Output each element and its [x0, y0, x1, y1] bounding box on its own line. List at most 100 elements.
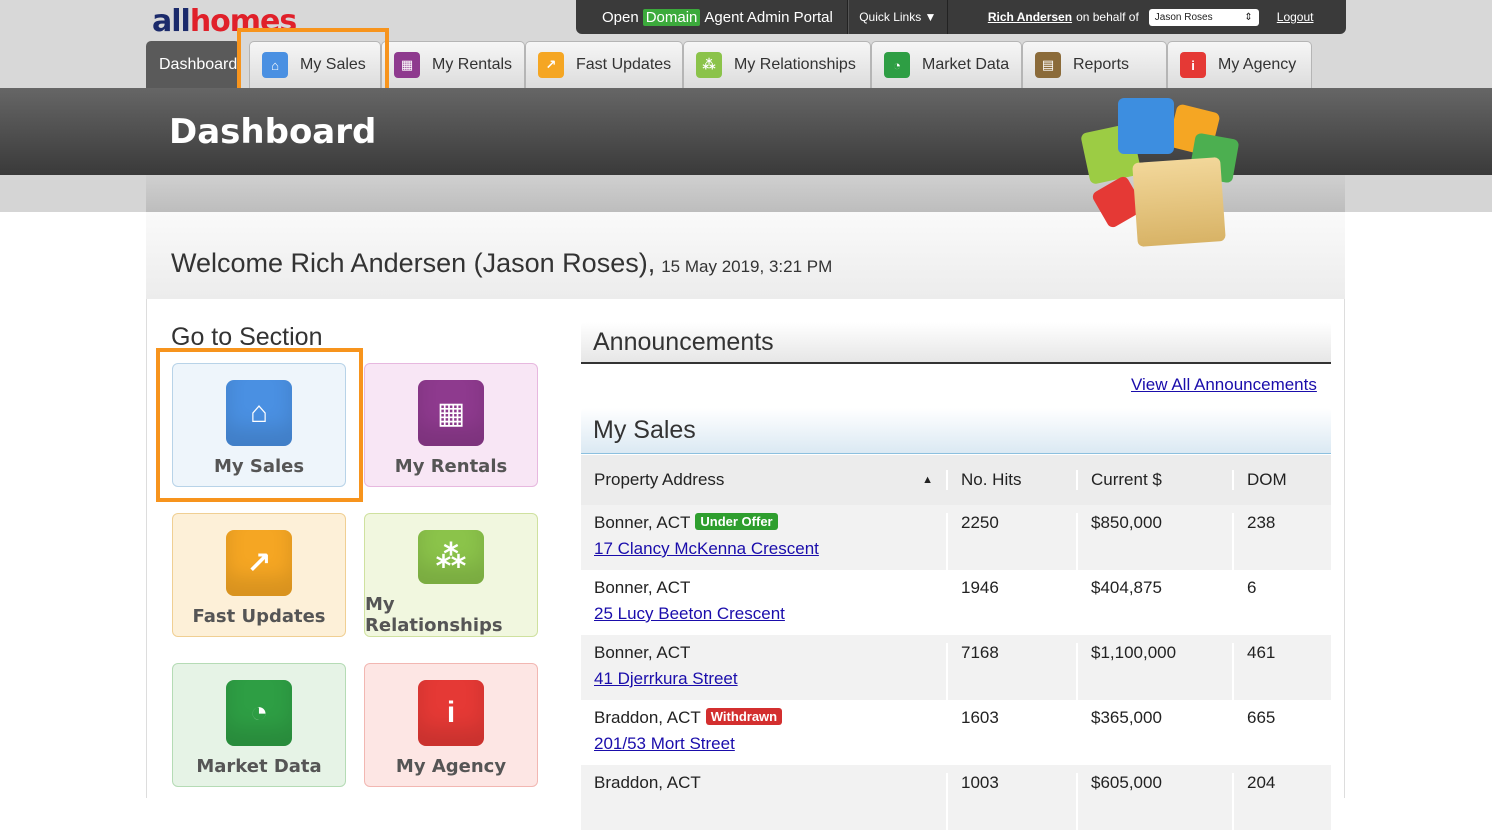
status-badge: Under Offer	[695, 513, 778, 530]
behalf-select-value: Jason Roses	[1154, 11, 1213, 23]
address-cell: Braddon, ACT Withdrawn 201/53 Mort Street	[581, 708, 948, 765]
portal-open-label: Open	[602, 8, 639, 26]
hits-cell: 7168	[948, 643, 1078, 700]
section-label: Market Data	[196, 756, 322, 777]
welcome-text: Welcome Rich Andersen (Jason Roses),	[171, 248, 656, 278]
user-name-link[interactable]: Rich Andersen	[988, 10, 1072, 24]
quick-links-menu[interactable]: Quick Links ▼	[847, 0, 948, 34]
tab-label: My Rentals	[432, 56, 513, 73]
price-cell: $404,875	[1078, 578, 1234, 635]
hits-cell: 2250	[948, 513, 1078, 570]
col-no-hits[interactable]: No. Hits	[948, 470, 1078, 490]
on-behalf-label: on behalf of	[1076, 10, 1139, 24]
pie-chart-icon: ◔	[226, 680, 292, 746]
top-bar: Open Domain Agent Admin Portal Quick Lin…	[576, 0, 1346, 34]
property-address-link[interactable]: 41 Djerrkura Street	[594, 669, 933, 689]
suburb: Bonner, ACT	[594, 513, 691, 532]
building-icon: ▦	[418, 380, 484, 446]
property-address-link[interactable]: 201/53 Mort Street	[594, 734, 933, 754]
section-my-agency[interactable]: i My Agency	[364, 663, 538, 787]
welcome-message: Welcome Rich Andersen (Jason Roses), 15 M…	[171, 248, 832, 279]
dom-cell: 6	[1247, 578, 1257, 597]
property-address-link[interactable]: 25 Lucy Beeton Crescent	[594, 604, 933, 624]
my-sales-table: Property Address ▲ No. Hits Current $ DO…	[581, 455, 1331, 830]
table-row: Braddon, ACT Withdrawn 201/53 Mort Street…	[581, 700, 1331, 765]
logout-link[interactable]: Logout	[1277, 10, 1314, 24]
tab-dashboard[interactable]: Dashboard	[146, 41, 240, 88]
table-header: Property Address ▲ No. Hits Current $ DO…	[581, 455, 1331, 505]
price-cell: $1,100,000	[1078, 643, 1234, 700]
folder-house-icon	[1118, 98, 1174, 154]
section-label: My Agency	[395, 756, 507, 777]
building-icon: ▦	[394, 52, 420, 78]
people-icon: ⁂	[418, 530, 484, 584]
property-address-link[interactable]: 17 Clancy McKenna Crescent	[594, 539, 933, 559]
domain-label: Domain	[642, 8, 701, 26]
address-cell: Braddon, ACT	[581, 773, 948, 830]
column-label: Property Address	[594, 470, 725, 489]
tab-reports[interactable]: ▤ Reports	[1022, 41, 1167, 88]
dom-cell: 461	[1247, 643, 1276, 662]
tab-my-relationships[interactable]: ⁂ My Relationships	[683, 41, 871, 88]
tab-label: My Agency	[1218, 56, 1297, 73]
sort-asc-icon: ▲	[922, 474, 933, 486]
suburb: Bonner, ACT	[594, 643, 691, 662]
dom-cell: 238	[1247, 513, 1276, 532]
dom-cell: 665	[1247, 708, 1276, 727]
section-label: My Relationships	[365, 594, 503, 636]
portal-rest-label: Agent Admin Portal	[704, 8, 833, 26]
section-label: Fast Updates	[192, 606, 326, 627]
table-row: Bonner, ACT 25 Lucy Beeton Crescent 1946…	[581, 570, 1331, 635]
table-row: Bonner, ACT 41 Djerrkura Street 7168 $1,…	[581, 635, 1331, 700]
page-title: Dashboard	[169, 112, 377, 152]
person-icon: i	[418, 680, 484, 746]
behalf-select[interactable]: Jason Roses ⇕	[1148, 8, 1259, 26]
section-my-relationships[interactable]: ⁂ My Relationships	[364, 513, 538, 637]
tab-my-agency[interactable]: i My Agency	[1167, 41, 1312, 88]
pie-chart-icon: ◔	[884, 52, 910, 78]
arrow-up-right-icon: ↗	[538, 52, 564, 78]
portal-link[interactable]: Open Domain Agent Admin Portal	[576, 0, 848, 34]
address-cell: Bonner, ACT 41 Djerrkura Street	[581, 643, 948, 700]
tab-label: Reports	[1073, 56, 1130, 73]
col-current-price[interactable]: Current $	[1078, 470, 1234, 490]
price-cell: $605,000	[1078, 773, 1234, 830]
col-dom[interactable]: DOM	[1234, 470, 1331, 490]
table-row: Bonner, ACT Under Offer 17 Clancy McKenna…	[581, 505, 1331, 570]
section-fast-updates[interactable]: ↗ Fast Updates	[172, 513, 346, 637]
tab-label: My Relationships	[734, 56, 856, 73]
select-arrows-icon: ⇕	[1244, 11, 1253, 23]
logo-part-all: all	[152, 4, 191, 39]
suburb: Bonner, ACT	[594, 578, 691, 597]
suburb: Braddon, ACT	[594, 708, 701, 727]
announcements-header: Announcements	[581, 322, 1331, 364]
suburb: Braddon, ACT	[594, 773, 701, 792]
tab-fast-updates[interactable]: ↗ Fast Updates	[525, 41, 683, 88]
my-sales-header: My Sales	[581, 408, 1331, 454]
address-cell: Bonner, ACT Under Offer 17 Clancy McKenna…	[581, 513, 948, 570]
hits-cell: 1946	[948, 578, 1078, 635]
people-icon: ⁂	[696, 52, 722, 78]
view-all-announcements-link[interactable]: View All Announcements	[1131, 375, 1317, 395]
dom-cell: 204	[1247, 773, 1276, 792]
price-cell: $365,000	[1078, 708, 1234, 765]
hits-cell: 1603	[948, 708, 1078, 765]
address-cell: Bonner, ACT 25 Lucy Beeton Crescent	[581, 578, 948, 635]
tab-label: Dashboard	[159, 56, 238, 73]
welcome-datetime: 15 May 2019, 3:21 PM	[661, 257, 833, 276]
section-my-rentals[interactable]: ▦ My Rentals	[364, 363, 538, 487]
user-info: Rich Andersen on behalf of Jason Roses ⇕…	[948, 8, 1314, 26]
col-property-address[interactable]: Property Address ▲	[581, 470, 948, 490]
section-label: My Rentals	[394, 456, 508, 477]
folder-icon	[1132, 157, 1226, 247]
price-cell: $850,000	[1078, 513, 1234, 570]
tab-my-rentals[interactable]: ▦ My Rentals	[381, 41, 525, 88]
highlight-box	[156, 348, 363, 502]
tab-market-data[interactable]: ◔ Market Data	[871, 41, 1022, 88]
tab-label: Fast Updates	[576, 56, 672, 73]
person-icon: i	[1180, 52, 1206, 78]
section-market-data[interactable]: ◔ Market Data	[172, 663, 346, 787]
report-icon: ▤	[1035, 52, 1061, 78]
hits-cell: 1003	[948, 773, 1078, 830]
status-badge: Withdrawn	[705, 708, 783, 725]
